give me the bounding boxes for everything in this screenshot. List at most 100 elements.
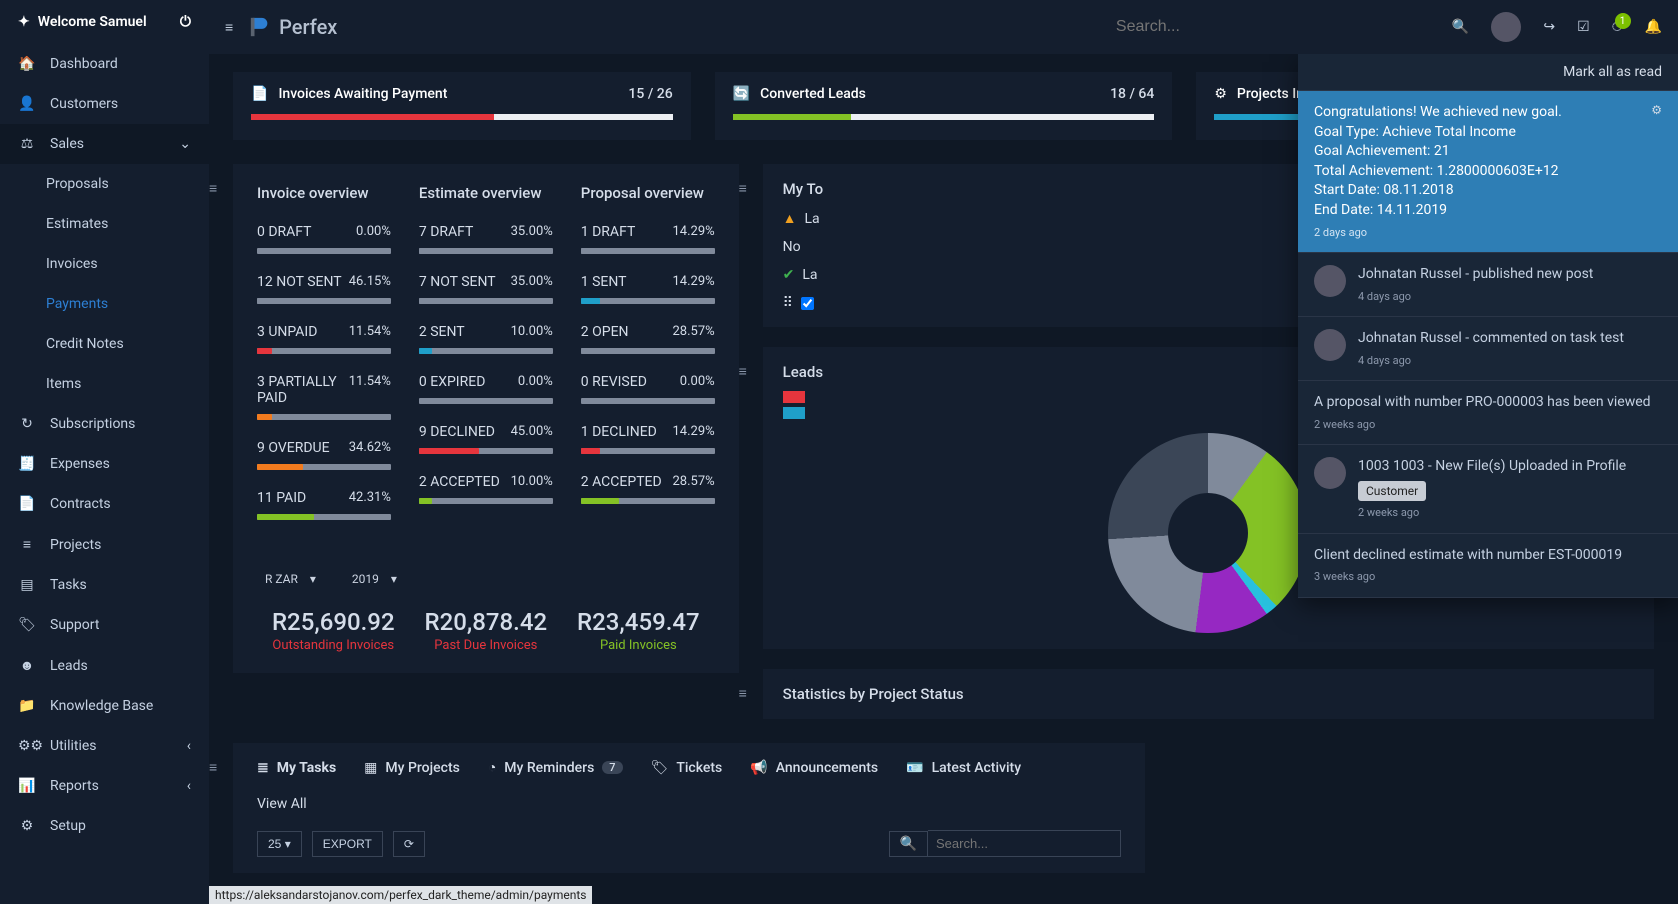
sidebar-item-support[interactable]: 🏷Support [0,605,209,645]
timer-icon[interactable]: ⏱1 [1612,19,1623,35]
sidebar-item-sales[interactable]: ⚖Sales⌄ [0,124,209,164]
sidebar-subitem-invoices[interactable]: Invoices [0,244,209,284]
sidebar-subitem-payments[interactable]: Payments [0,284,209,324]
overview-item[interactable]: 11 PAID42.31% [257,490,391,520]
overview-item-label: 1 DRAFT [581,224,636,240]
brand[interactable]: Perfex [249,15,337,39]
overview-item[interactable]: 2 OPEN28.57% [581,324,715,354]
overview-item[interactable]: 9 OVERDUE34.62% [257,440,391,470]
overview-panel: Invoice overview0 DRAFT0.00%12 NOT SENT4… [233,164,739,673]
sidebar-item-customers[interactable]: 👤Customers [0,84,209,124]
year-select[interactable]: 2019 ▾ [344,568,405,590]
sidebar-subitem-estimates[interactable]: Estimates [0,204,209,244]
sidebar-item-setup[interactable]: ⚙Setup [0,806,209,846]
stat-card[interactable]: 📄Invoices Awaiting Payment15 / 26 [233,72,691,140]
sidebar-item-reports[interactable]: 📊Reports‹ [0,766,209,806]
overview-item[interactable]: 1 DRAFT14.29% [581,224,715,254]
sidebar-item-utilities[interactable]: ⚙⚙Utilities‹ [0,726,209,766]
currency-select[interactable]: R ZAR ▾ [257,568,324,590]
power-icon[interactable]: ⏻ [180,14,191,30]
overview-item[interactable]: 1 SENT14.29% [581,274,715,304]
menu-toggle-icon[interactable]: ≡ [225,19,233,36]
overview-item[interactable]: 1 DECLINED14.29% [581,424,715,454]
sidebar-item-knowledge-base[interactable]: 📁Knowledge Base [0,686,209,726]
overview-bar [581,448,715,454]
tab-announcements[interactable]: 📢Announcements [750,760,878,776]
overview-item[interactable]: 0 REVISED0.00% [581,374,715,404]
overview-item-pct: 0.00% [356,224,391,240]
page-size-select[interactable]: 25 ▾ [257,831,302,857]
notification-item[interactable]: Client declined estimate with number EST… [1298,534,1678,598]
sidebar-subitem-proposals[interactable]: Proposals [0,164,209,204]
overview-item-label: 0 EXPIRED [419,374,486,390]
sidebar-item-label: Dashboard [50,56,118,72]
tag-icon: 🏷 [18,617,36,633]
overview-item[interactable]: 12 NOT SENT46.15% [257,274,391,304]
money-caption: Past Due Invoices [425,638,548,653]
overview-item[interactable]: 0 DRAFT0.00% [257,224,391,254]
todo-checkbox[interactable] [801,297,814,310]
notification-when: 2 weeks ago [1314,417,1662,432]
tab-my-tasks[interactable]: ≣My Tasks [257,760,336,776]
sidebar-item-expenses[interactable]: 🧾Expenses [0,444,209,484]
notification-when: 4 days ago [1358,289,1662,304]
mark-all-read-button[interactable]: Mark all as read [1298,54,1678,91]
overview-item[interactable]: 3 PARTIALLY PAID11.54% [257,374,391,420]
notification-item[interactable]: Johnatan Russel - published new post4 da… [1298,253,1678,317]
gear-icon[interactable]: ⚙ [1651,103,1662,240]
drag-handle-icon[interactable]: ≡ [739,363,747,380]
sidebar-item-contracts[interactable]: 📄Contracts [0,484,209,524]
export-button[interactable]: EXPORT [312,831,383,857]
sidebar-subitem-items[interactable]: Items [0,364,209,404]
view-all-link[interactable]: View All [257,796,1121,812]
tab-latest-activity[interactable]: 🪪Latest Activity [906,760,1021,776]
sidebar-item-dashboard[interactable]: 🏠Dashboard [0,44,209,84]
overview-item-pct: 10.00% [511,474,553,490]
tab-my-projects[interactable]: ▦My Projects [364,760,460,776]
tab-tickets[interactable]: 🏷Tickets [651,760,723,776]
forward-icon[interactable]: ↪ [1543,19,1555,35]
tab-label: Tickets [676,760,722,776]
notification-item[interactable]: Congratulations! We achieved new goal.Go… [1298,91,1678,253]
sidebar-item-subscriptions[interactable]: ↻Subscriptions [0,404,209,444]
grip-icon[interactable]: ⠿ [783,295,793,311]
refresh-button[interactable]: ⟳ [393,831,425,857]
search-icon[interactable]: 🔍 [889,831,928,857]
table-search-input[interactable] [928,830,1121,857]
overview-item[interactable]: 7 DRAFT35.00% [419,224,553,254]
drag-handle-icon[interactable]: ≡ [209,180,217,197]
overview-item-label: 1 DECLINED [581,424,657,440]
overview-bar [257,348,391,354]
overview-item[interactable]: 2 SENT10.00% [419,324,553,354]
overview-item[interactable]: 2 ACCEPTED10.00% [419,474,553,504]
overview-item-label: 9 DECLINED [419,424,495,440]
sidebar-item-projects[interactable]: ≡Projects [0,524,209,565]
bell-icon[interactable]: 🔔 [1645,19,1662,35]
drag-handle-icon[interactable]: ≡ [739,180,747,197]
notification-item[interactable]: A proposal with number PRO-000003 has be… [1298,381,1678,445]
tab-my-reminders[interactable]: ◔My Reminders7 [488,759,623,776]
avatar[interactable] [1491,12,1521,42]
overview-bar [419,448,553,454]
overview-item[interactable]: 0 EXPIRED0.00% [419,374,553,404]
notification-item[interactable]: Johnatan Russel - commented on task test… [1298,317,1678,381]
overview-item-label: 3 UNPAID [257,324,317,340]
overview-item[interactable]: 3 UNPAID11.54% [257,324,391,354]
sidebar-item-leads[interactable]: ☻Leads [0,645,209,686]
overview-item-pct: 0.00% [680,374,715,390]
legend-swatch [783,391,805,403]
sidebar-subitem-credit-notes[interactable]: Credit Notes [0,324,209,364]
drag-handle-icon[interactable]: ≡ [739,685,747,702]
search-icon[interactable]: 🔍 [1452,19,1469,35]
drag-handle-icon[interactable]: ≡ [209,759,217,776]
overview-item[interactable]: 2 ACCEPTED28.57% [581,474,715,504]
overview-item[interactable]: 9 DECLINED45.00% [419,424,553,454]
brand-text: Perfex [279,15,337,39]
sidebar-item-label: Leads [50,658,88,674]
global-search-input[interactable] [1116,12,1436,42]
sidebar-item-tasks[interactable]: ▤Tasks [0,565,209,605]
check-icon[interactable]: ☑ [1577,19,1590,35]
stat-card[interactable]: 🔄Converted Leads18 / 64 [715,72,1173,140]
notification-item[interactable]: 1003 1003 - New File(s) Uploaded in Prof… [1298,445,1678,534]
overview-item[interactable]: 7 NOT SENT35.00% [419,274,553,304]
